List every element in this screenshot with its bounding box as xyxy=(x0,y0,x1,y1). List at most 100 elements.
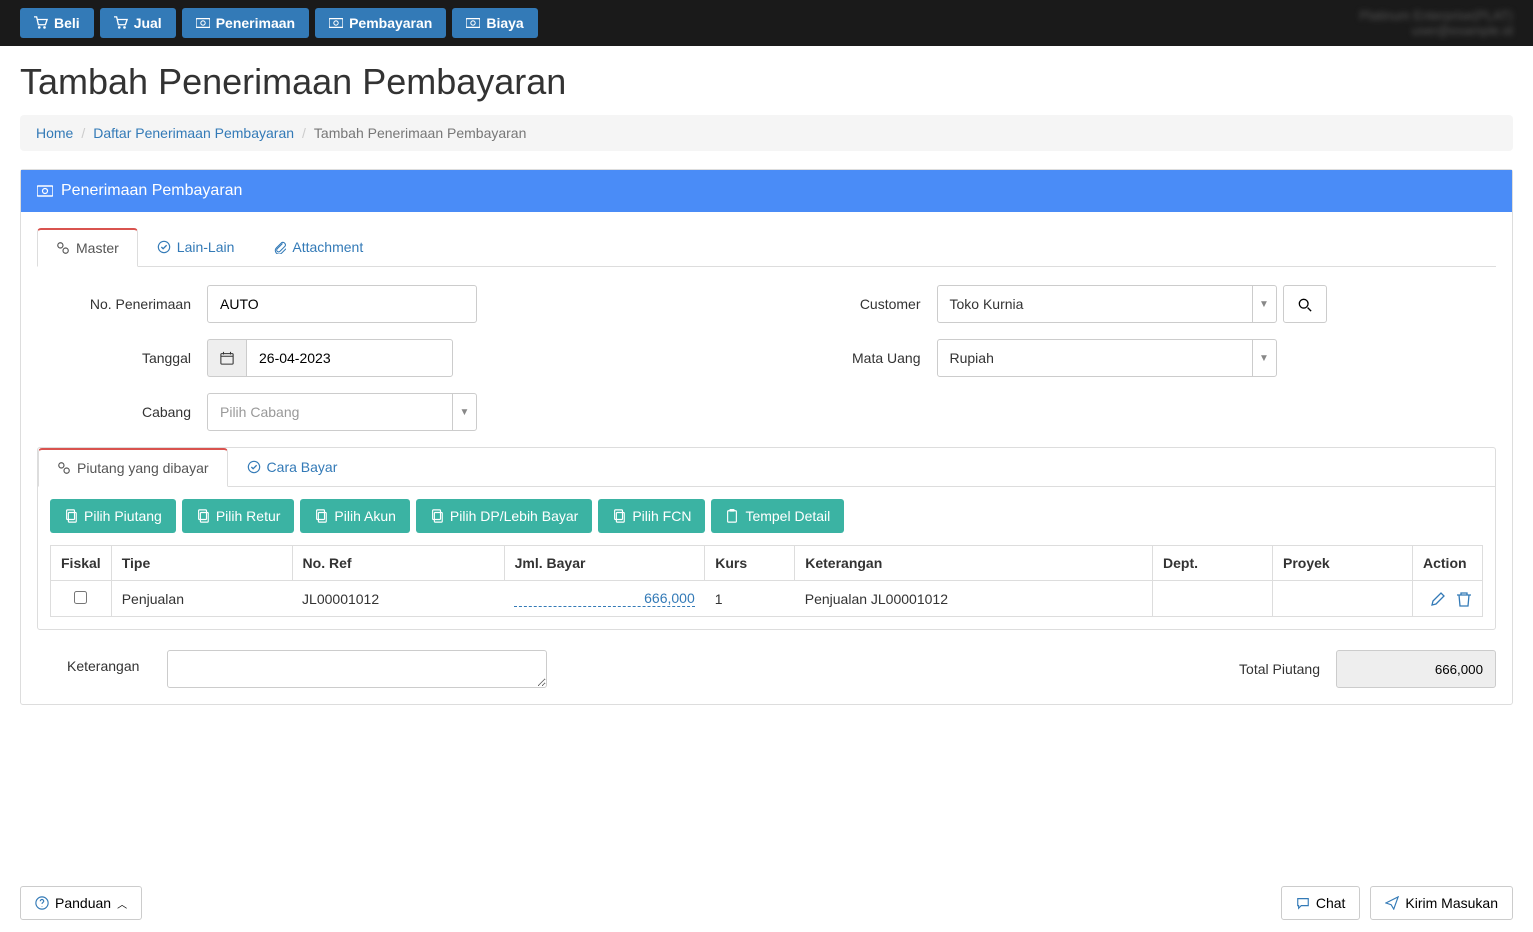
chevron-up-icon: ︿ xyxy=(117,896,127,911)
beli-label: Beli xyxy=(54,15,80,31)
th-dept: Dept. xyxy=(1153,546,1273,581)
pilih-fcn-label: Pilih FCN xyxy=(632,508,691,524)
cell-tipe: Penjualan xyxy=(111,581,292,617)
tab-attachment[interactable]: Attachment xyxy=(253,228,382,266)
pembayaran-label: Pembayaran xyxy=(349,15,432,31)
customer-select[interactable]: Toko Kurnia ▼ xyxy=(937,285,1277,323)
money-icon xyxy=(196,16,210,30)
paste-icon xyxy=(725,509,739,523)
pilih-retur-button[interactable]: Pilih Retur xyxy=(182,499,295,533)
caret-down-icon: ▼ xyxy=(1252,286,1276,322)
caret-down-icon: ▼ xyxy=(452,394,476,430)
biaya-button[interactable]: Biaya xyxy=(452,8,537,38)
jual-button[interactable]: Jual xyxy=(100,8,176,38)
customer-label: Customer xyxy=(767,296,937,312)
copy-icon xyxy=(196,509,210,523)
pilih-akun-button[interactable]: Pilih Akun xyxy=(300,499,409,533)
paper-plane-icon xyxy=(1385,896,1399,910)
th-jml-bayar: Jml. Bayar xyxy=(504,546,705,581)
detail-action-buttons: Pilih Piutang Pilih Retur Pilih Akun xyxy=(50,499,1483,533)
tab-master-label: Master xyxy=(76,240,119,256)
gears-icon xyxy=(57,461,71,475)
cell-dept xyxy=(1153,581,1273,617)
mata-uang-select[interactable]: Rupiah ▼ xyxy=(937,339,1277,377)
breadcrumb-list[interactable]: Daftar Penerimaan Pembayaran xyxy=(93,125,294,141)
copy-icon xyxy=(314,509,328,523)
copy-icon xyxy=(430,509,444,523)
mata-uang-value: Rupiah xyxy=(950,350,994,366)
paperclip-icon xyxy=(272,240,286,254)
cell-keterangan: Penjualan JL00001012 xyxy=(795,581,1153,617)
edit-row-button[interactable] xyxy=(1430,590,1446,607)
keterangan-label: Keterangan xyxy=(37,650,167,674)
breadcrumb-home[interactable]: Home xyxy=(36,125,73,141)
panduan-label: Panduan xyxy=(55,895,111,911)
tab-piutang[interactable]: Piutang yang dibayar xyxy=(38,448,228,487)
search-icon xyxy=(1298,298,1312,312)
th-keterangan: Keterangan xyxy=(795,546,1153,581)
cell-no-ref: JL00001012 xyxy=(292,581,504,617)
pembayaran-button[interactable]: Pembayaran xyxy=(315,8,446,38)
main-tabs: Master Lain-Lain Attachment xyxy=(37,228,1496,267)
tanggal-input[interactable] xyxy=(246,339,453,377)
panel-heading: Penerimaan Pembayaran xyxy=(21,170,1512,212)
tab-lain-label: Lain-Lain xyxy=(177,239,235,255)
chat-button[interactable]: Chat xyxy=(1281,886,1361,920)
cart-icon xyxy=(114,16,128,30)
pilih-dp-label: Pilih DP/Lebih Bayar xyxy=(450,508,578,524)
user-email: user@example.id xyxy=(1359,23,1513,38)
customer-value: Toko Kurnia xyxy=(950,296,1024,312)
jual-label: Jual xyxy=(134,15,162,31)
tanggal-label: Tanggal xyxy=(37,350,207,366)
pilih-piutang-label: Pilih Piutang xyxy=(84,508,162,524)
topbar: Beli Jual Penerimaan Pembayaran Biaya Pl… xyxy=(0,0,1533,46)
footer-bar: Panduan ︿ Chat Kirim Masukan xyxy=(20,886,1513,920)
pencil-icon xyxy=(1430,591,1446,607)
pilih-piutang-button[interactable]: Pilih Piutang xyxy=(50,499,176,533)
table-row: Penjualan JL00001012 666,000 1 Penjualan… xyxy=(51,581,1483,617)
mata-uang-label: Mata Uang xyxy=(767,350,937,366)
cart-icon xyxy=(34,16,48,30)
delete-row-button[interactable] xyxy=(1456,590,1472,607)
tab-cara-bayar[interactable]: Cara Bayar xyxy=(228,448,357,486)
panduan-button[interactable]: Panduan ︿ xyxy=(20,886,142,920)
th-proyek: Proyek xyxy=(1273,546,1413,581)
check-circle-icon xyxy=(247,460,261,474)
fiskal-checkbox[interactable] xyxy=(74,591,87,604)
sub-tabs: Piutang yang dibayar Cara Bayar xyxy=(38,448,1495,487)
money-icon xyxy=(466,16,480,30)
cell-jml-bayar[interactable]: 666,000 xyxy=(514,590,695,607)
copy-icon xyxy=(64,509,78,523)
caret-down-icon: ▼ xyxy=(1252,340,1276,376)
total-piutang-value xyxy=(1336,650,1496,688)
page-title: Tambah Penerimaan Pembayaran xyxy=(20,61,1513,103)
keterangan-input[interactable] xyxy=(167,650,547,688)
tab-cara-bayar-label: Cara Bayar xyxy=(267,459,338,475)
tempel-detail-label: Tempel Detail xyxy=(745,508,830,524)
tab-lain-lain[interactable]: Lain-Lain xyxy=(138,228,254,266)
tab-piutang-label: Piutang yang dibayar xyxy=(77,460,209,476)
tab-master[interactable]: Master xyxy=(37,228,138,267)
calendar-icon xyxy=(207,339,246,377)
money-icon xyxy=(329,16,343,30)
customer-search-button[interactable] xyxy=(1283,285,1327,323)
penerimaan-label: Penerimaan xyxy=(216,15,295,31)
tempel-detail-button[interactable]: Tempel Detail xyxy=(711,499,844,533)
cabang-select[interactable]: Pilih Cabang ▼ xyxy=(207,393,477,431)
pilih-fcn-button[interactable]: Pilih FCN xyxy=(598,499,705,533)
no-penerimaan-input[interactable] xyxy=(207,285,477,323)
gears-icon xyxy=(56,241,70,255)
pilih-dp-button[interactable]: Pilih DP/Lebih Bayar xyxy=(416,499,592,533)
th-kurs: Kurs xyxy=(705,546,795,581)
copy-icon xyxy=(612,509,626,523)
beli-button[interactable]: Beli xyxy=(20,8,94,38)
chat-label: Chat xyxy=(1316,895,1346,911)
main-panel: Penerimaan Pembayaran Master Lain-Lain A… xyxy=(20,169,1513,705)
kirim-masukan-button[interactable]: Kirim Masukan xyxy=(1370,886,1513,920)
penerimaan-button[interactable]: Penerimaan xyxy=(182,8,309,38)
cell-proyek xyxy=(1273,581,1413,617)
user-company: Platinum Enterprise(PLAT) xyxy=(1359,8,1513,23)
kirim-masukan-label: Kirim Masukan xyxy=(1405,895,1498,911)
user-info: Platinum Enterprise(PLAT) user@example.i… xyxy=(1359,8,1513,38)
check-circle-icon xyxy=(157,240,171,254)
